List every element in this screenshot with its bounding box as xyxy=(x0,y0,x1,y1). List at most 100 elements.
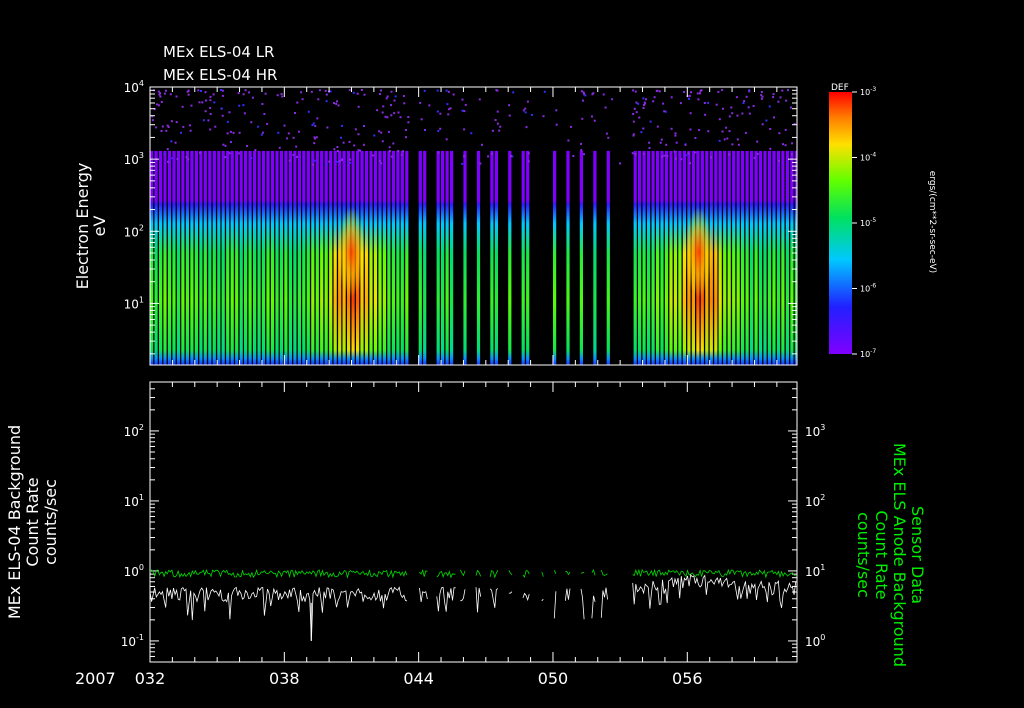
count-dot xyxy=(717,90,720,93)
spectrogram-column xyxy=(418,150,422,365)
count-dot xyxy=(163,152,166,155)
count-dot xyxy=(707,130,710,133)
count-dot xyxy=(446,103,449,106)
spectrogram-column xyxy=(387,150,391,365)
count-dot xyxy=(581,117,584,120)
count-dot xyxy=(362,143,365,146)
count-dot xyxy=(170,157,173,160)
count-dot xyxy=(250,121,253,124)
count-dot xyxy=(499,125,502,128)
count-dot xyxy=(632,120,635,123)
count-dot xyxy=(280,93,283,95)
count-dot xyxy=(470,132,473,135)
count-dot xyxy=(696,92,699,95)
count-dot xyxy=(778,132,781,135)
count-dot xyxy=(324,89,327,92)
count-dot xyxy=(237,152,240,155)
count-dot xyxy=(428,104,431,107)
count-dot xyxy=(742,102,745,105)
spectrogram-column xyxy=(579,150,583,365)
spectrogram-column xyxy=(230,150,234,365)
year-label: 2007 xyxy=(75,669,116,688)
count-dot xyxy=(353,144,356,147)
spectrogram-column xyxy=(382,150,386,365)
count-dot xyxy=(333,102,335,105)
count-dot xyxy=(221,94,224,97)
count-dot xyxy=(760,97,763,100)
spectrogram-column xyxy=(772,150,776,365)
count-dot xyxy=(336,150,339,152)
count-dot xyxy=(690,91,692,94)
count-dot xyxy=(463,110,466,113)
colorbar-tick-label: 10-7 xyxy=(860,348,876,359)
count-dot xyxy=(445,138,448,141)
count-dot xyxy=(531,113,533,116)
count-dot xyxy=(379,93,381,95)
spectrogram-column xyxy=(208,150,212,365)
count-dot xyxy=(167,126,170,128)
count-dot xyxy=(390,104,392,107)
spectrogram-column xyxy=(476,150,481,365)
count-dot xyxy=(407,121,410,124)
spectrogram-column xyxy=(593,150,597,365)
count-dot xyxy=(635,111,638,114)
x-tick-label: 038 xyxy=(269,669,300,688)
count-dot xyxy=(257,125,260,128)
count-dot xyxy=(388,146,391,149)
count-dot xyxy=(683,90,686,93)
spectrogram-column xyxy=(741,150,745,365)
count-dot xyxy=(238,131,241,134)
count-dot xyxy=(159,95,162,98)
count-dot xyxy=(190,104,193,107)
count-dot xyxy=(185,156,188,159)
spectrogram-column xyxy=(526,150,530,365)
count-dot xyxy=(658,90,661,93)
spectrogram-column xyxy=(521,150,525,365)
count-dot xyxy=(352,91,355,94)
count-dot xyxy=(237,92,240,95)
count-dot xyxy=(160,130,163,132)
count-dot xyxy=(593,119,596,122)
spectrogram-column xyxy=(781,150,785,365)
count-dot xyxy=(397,111,400,114)
count-dot xyxy=(464,103,467,106)
left-y-tick-label: 102 xyxy=(124,423,144,439)
count-dot xyxy=(423,89,426,92)
spectrogram-column xyxy=(373,150,378,365)
spectrogram-column xyxy=(315,150,319,365)
spectrogram-column xyxy=(794,150,797,365)
spectrogram-column xyxy=(203,150,207,365)
count-dot xyxy=(543,90,546,93)
count-dot xyxy=(665,143,668,146)
count-dot xyxy=(769,128,772,130)
spectrogram-column xyxy=(391,150,395,365)
count-dot xyxy=(266,122,269,125)
count-dot xyxy=(295,145,298,148)
count-dot xyxy=(611,98,614,101)
count-dot xyxy=(437,151,440,154)
count-dot xyxy=(294,112,296,114)
count-dot xyxy=(405,136,407,139)
count-dot xyxy=(789,106,792,109)
count-dot xyxy=(527,160,530,163)
colorbar-tick-label: 10-3 xyxy=(860,86,876,97)
count-dot xyxy=(296,101,299,104)
count-dot xyxy=(670,127,673,130)
count-dot xyxy=(572,155,575,157)
count-dot xyxy=(715,103,718,106)
count-dot xyxy=(784,128,787,131)
spectrogram-column xyxy=(159,150,163,365)
count-dot xyxy=(232,131,235,134)
count-dot xyxy=(170,120,173,123)
count-dot xyxy=(380,131,383,134)
count-dot xyxy=(243,112,246,115)
spectrogram-column xyxy=(279,150,283,365)
count-dot xyxy=(748,90,751,93)
title-lr: MEx ELS-04 LR xyxy=(163,43,274,61)
count-dot xyxy=(402,95,405,97)
spectrogram-column xyxy=(293,150,297,365)
count-dot xyxy=(718,118,721,121)
spectrogram-column xyxy=(723,150,727,365)
count-dot xyxy=(387,130,390,133)
count-dot xyxy=(300,91,303,94)
